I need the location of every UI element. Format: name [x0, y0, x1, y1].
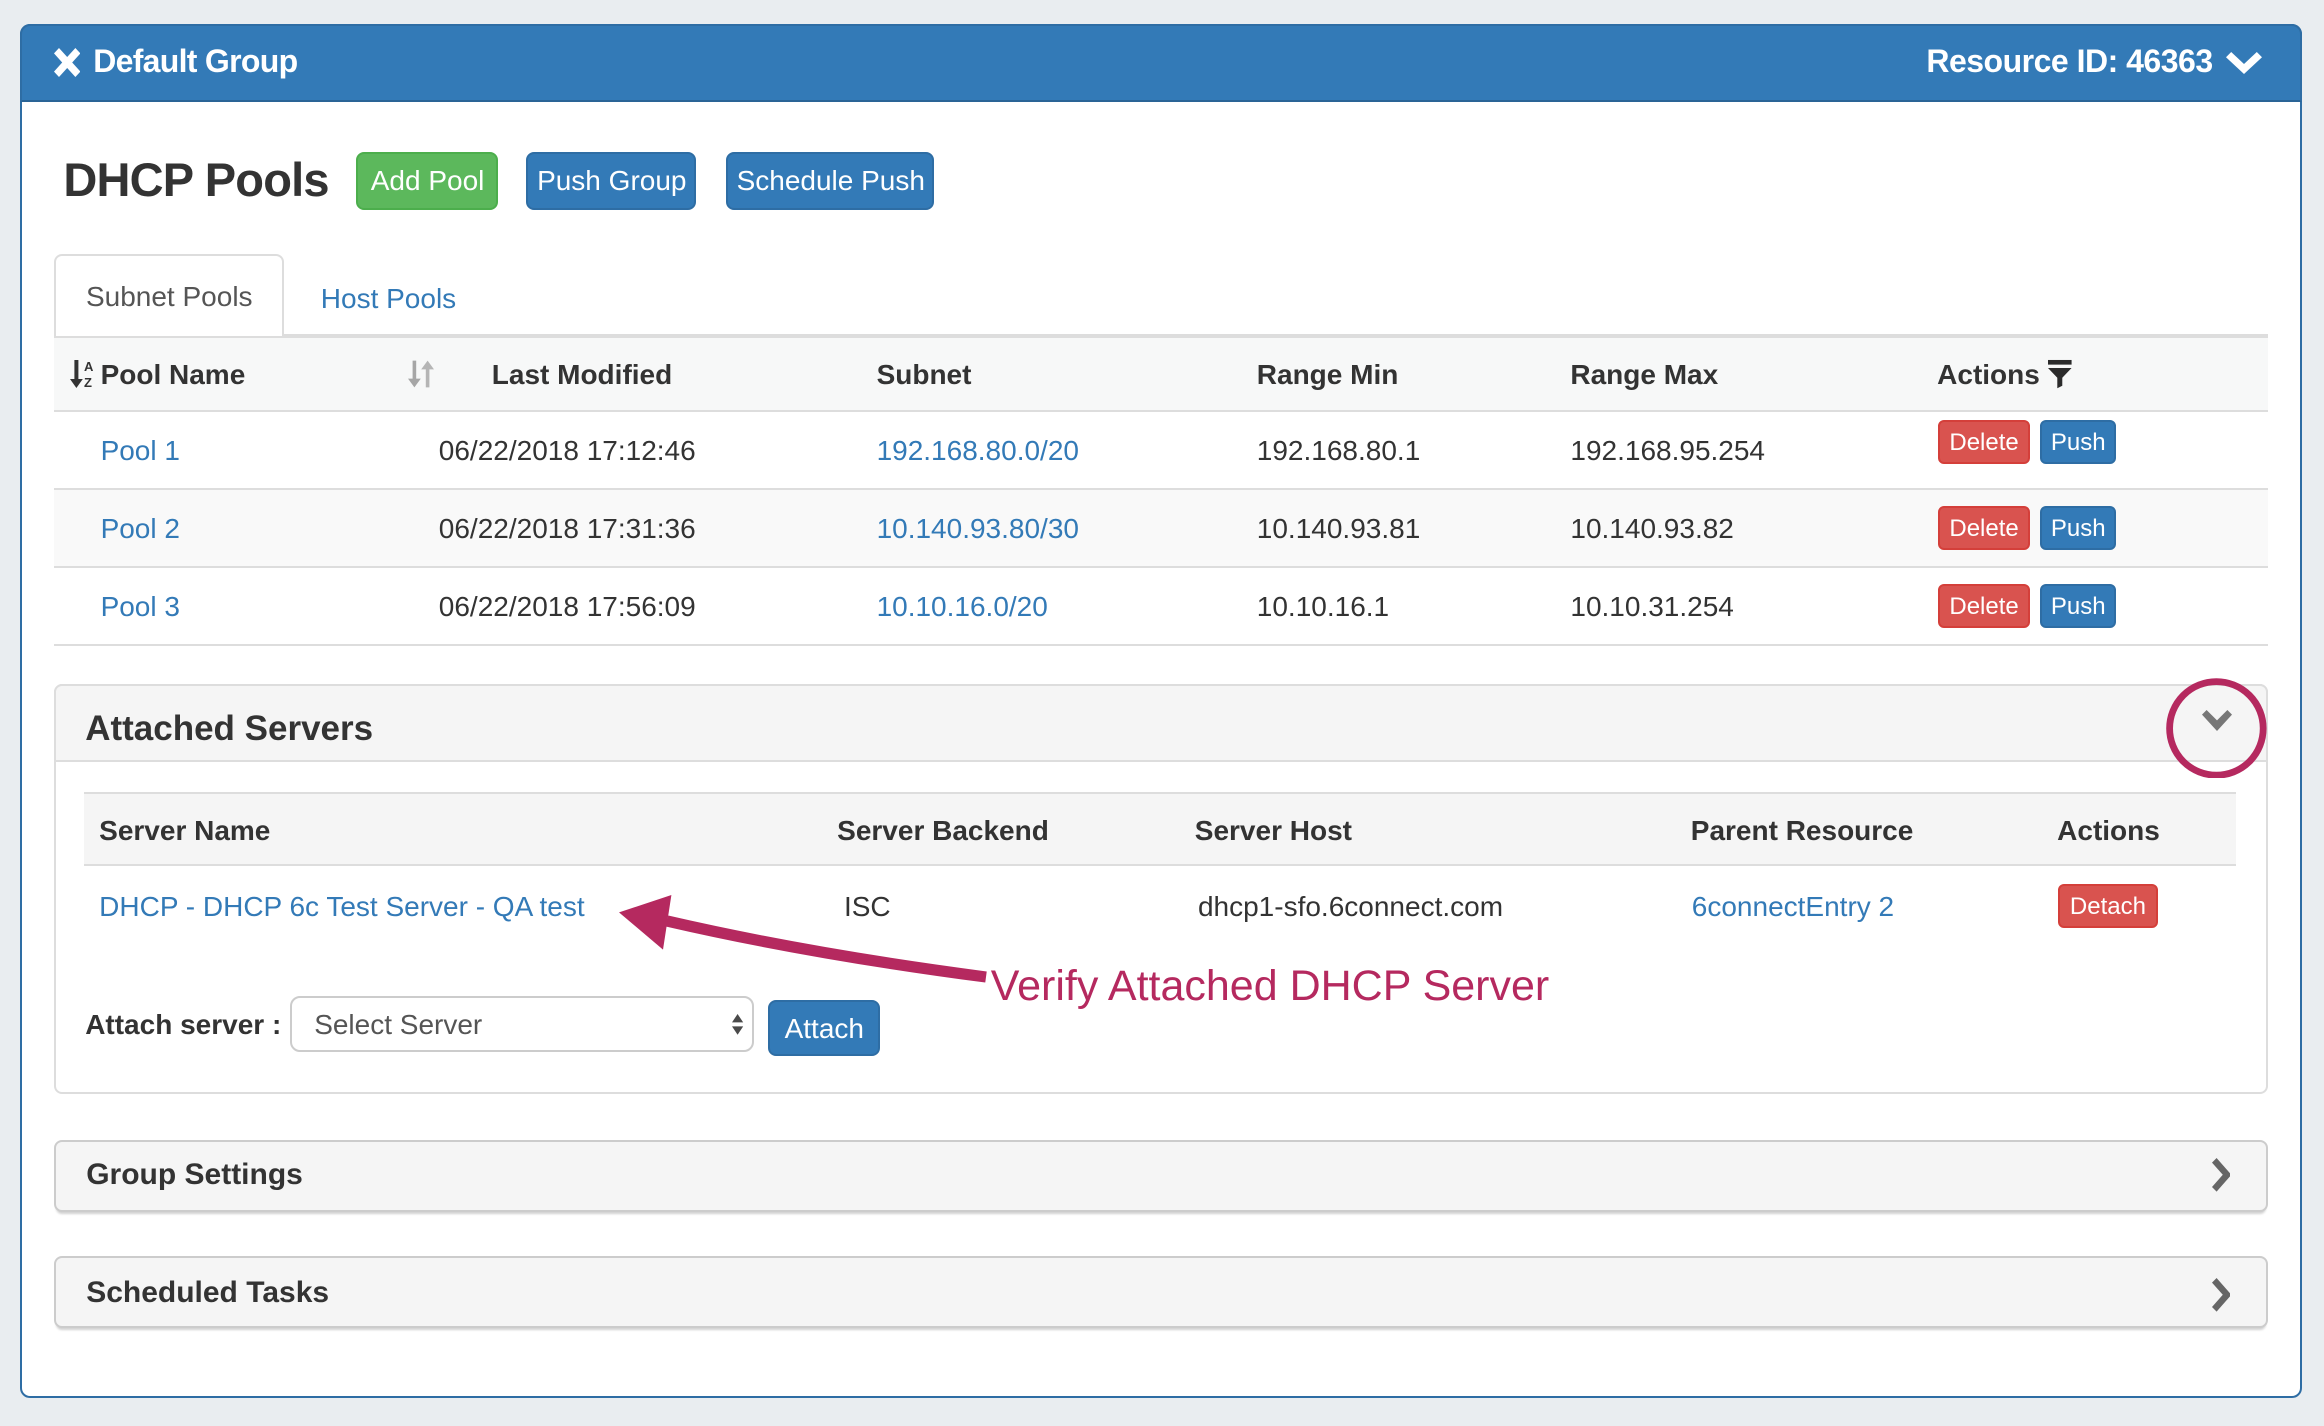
svg-text:Z: Z — [84, 376, 92, 389]
svg-text:A: A — [84, 361, 94, 375]
